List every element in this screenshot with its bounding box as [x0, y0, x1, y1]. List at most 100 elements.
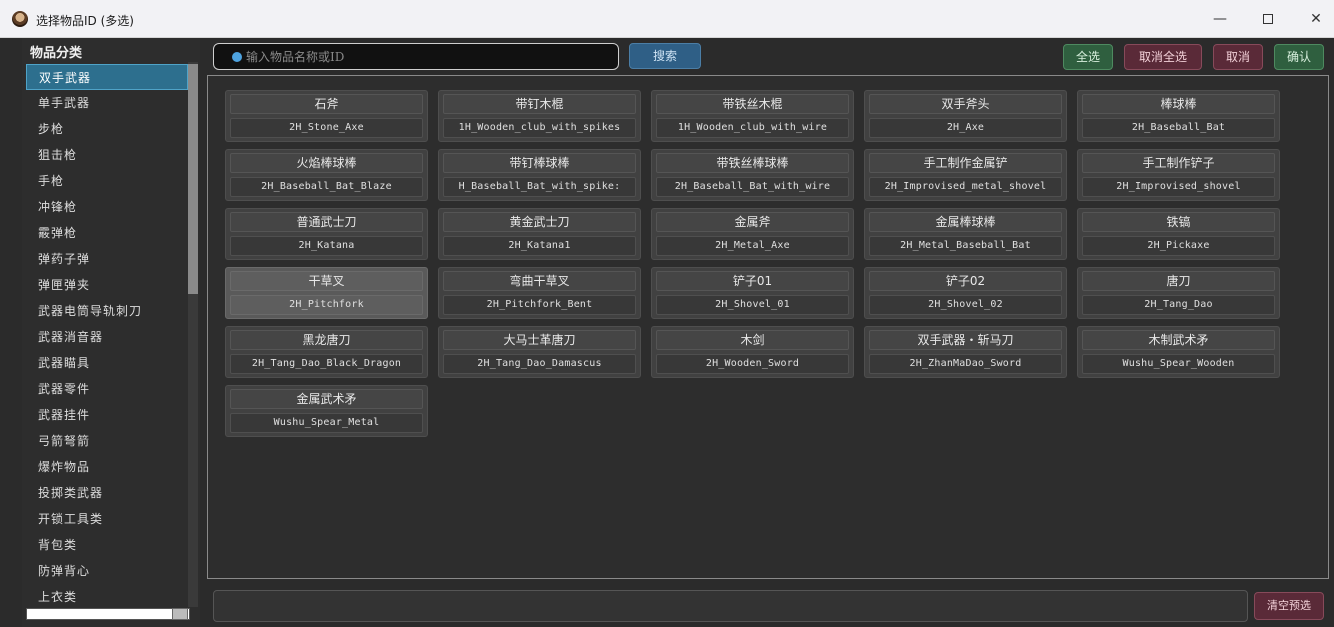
preselection-box[interactable]: [213, 590, 1248, 622]
item-id: 2H_Shovel_01: [656, 295, 849, 315]
sidebar-item[interactable]: 武器电筒导轨刺刀: [26, 298, 188, 324]
maximize-button[interactable]: [1245, 5, 1291, 33]
item-card[interactable]: 金属武术矛 Wushu_Spear_Metal: [225, 385, 428, 437]
item-card[interactable]: 金属棒球棒 2H_Metal_Baseball_Bat: [864, 208, 1067, 260]
confirm-button[interactable]: 确认: [1274, 44, 1324, 70]
sidebar-item[interactable]: 武器零件: [26, 376, 188, 402]
item-id: 2H_Metal_Baseball_Bat: [869, 236, 1062, 256]
item-id: 1H_Wooden_club_with_wire: [656, 118, 849, 138]
item-id: 2H_Baseball_Bat: [1082, 118, 1275, 138]
item-card[interactable]: 铲子02 2H_Shovel_02: [864, 267, 1067, 319]
item-name: 唐刀: [1082, 271, 1275, 291]
item-name: 金属棒球棒: [869, 212, 1062, 232]
sidebar-item[interactable]: 双手武器: [26, 64, 188, 90]
item-id: 2H_Metal_Axe: [656, 236, 849, 256]
minimize-button[interactable]: —: [1197, 5, 1243, 33]
item-name: 干草叉: [230, 271, 423, 291]
sidebar-item[interactable]: 霰弹枪: [26, 220, 188, 246]
item-id: H_Baseball_Bat_with_spike:: [443, 177, 636, 197]
item-card[interactable]: 干草叉 2H_Pitchfork: [225, 267, 428, 319]
item-card[interactable]: 黄金武士刀 2H_Katana1: [438, 208, 641, 260]
item-card[interactable]: 带钉木棍 1H_Wooden_club_with_spikes: [438, 90, 641, 142]
item-name: 铲子01: [656, 271, 849, 291]
item-name: 手工制作铲子: [1082, 153, 1275, 173]
item-name: 弯曲干草叉: [443, 271, 636, 291]
cancel-button[interactable]: 取消: [1213, 44, 1263, 70]
sidebar-item[interactable]: 弹药子弹: [26, 246, 188, 272]
item-card[interactable]: 火焰棒球棒 2H_Baseball_Bat_Blaze: [225, 149, 428, 201]
sidebar-horizontal-scrollbar[interactable]: [26, 608, 190, 620]
sidebar-horizontal-scrollbar-thumb[interactable]: [172, 608, 188, 620]
item-card[interactable]: 木制武术矛 Wushu_Spear_Wooden: [1077, 326, 1280, 378]
item-card[interactable]: 普通武士刀 2H_Katana: [225, 208, 428, 260]
sidebar-item[interactable]: 上衣类: [26, 584, 188, 610]
app-avatar-icon: [12, 11, 28, 27]
sidebar-item[interactable]: 武器挂件: [26, 402, 188, 428]
sidebar-item[interactable]: 单手武器: [26, 90, 188, 116]
sidebar-item[interactable]: 武器瞄具: [26, 350, 188, 376]
sidebar-item[interactable]: 狙击枪: [26, 142, 188, 168]
item-id: 2H_Tang_Dao: [1082, 295, 1275, 315]
sidebar-item[interactable]: 武器消音器: [26, 324, 188, 350]
item-card[interactable]: 铲子01 2H_Shovel_01: [651, 267, 854, 319]
sidebar-item[interactable]: 弓箭弩箭: [26, 428, 188, 454]
sidebar-item[interactable]: 手枪: [26, 168, 188, 194]
sidebar-item[interactable]: 防弹背心: [26, 558, 188, 584]
item-card[interactable]: 带铁丝木棍 1H_Wooden_club_with_wire: [651, 90, 854, 142]
select-all-button[interactable]: 全选: [1063, 44, 1113, 70]
item-name: 大马士革唐刀: [443, 330, 636, 350]
sidebar-item[interactable]: 冲锋枪: [26, 194, 188, 220]
sidebar-item[interactable]: 投掷类武器: [26, 480, 188, 506]
item-id: Wushu_Spear_Metal: [230, 413, 423, 433]
item-card[interactable]: 木剑 2H_Wooden_Sword: [651, 326, 854, 378]
sidebar-item[interactable]: 背包类: [26, 532, 188, 558]
window-title: 选择物品ID (多选): [36, 14, 134, 28]
item-name: 金属斧: [656, 212, 849, 232]
item-card[interactable]: 石斧 2H_Stone_Axe: [225, 90, 428, 142]
item-name: 带钉木棍: [443, 94, 636, 114]
search-box[interactable]: [213, 43, 619, 70]
sidebar-scrollbar-thumb[interactable]: [188, 64, 198, 294]
item-name: 木剑: [656, 330, 849, 350]
item-name: 铲子02: [869, 271, 1062, 291]
item-card[interactable]: 黑龙唐刀 2H_Tang_Dao_Black_Dragon: [225, 326, 428, 378]
sidebar-item[interactable]: 步枪: [26, 116, 188, 142]
sidebar-item[interactable]: 爆炸物品: [26, 454, 188, 480]
search-button[interactable]: 搜索: [629, 43, 701, 69]
item-id: 2H_Baseball_Bat_with_wire: [656, 177, 849, 197]
category-list: 双手武器 单手武器 步枪 狙击枪 手枪 冲锋枪 霰弹枪 弹药子弹 弹匣弹夹 武器电筒导轨刺刀 武器消…: [26, 64, 188, 610]
item-card[interactable]: 弯曲干草叉 2H_Pitchfork_Bent: [438, 267, 641, 319]
item-name: 石斧: [230, 94, 423, 114]
item-card[interactable]: 带钉棒球棒 H_Baseball_Bat_with_spike:: [438, 149, 641, 201]
item-card[interactable]: 大马士革唐刀 2H_Tang_Dao_Damascus: [438, 326, 641, 378]
item-card[interactable]: 唐刀 2H_Tang_Dao: [1077, 267, 1280, 319]
item-name: 木制武术矛: [1082, 330, 1275, 350]
item-card[interactable]: 带铁丝棒球棒 2H_Baseball_Bat_with_wire: [651, 149, 854, 201]
search-input[interactable]: [246, 47, 606, 67]
sidebar-item[interactable]: 开锁工具类: [26, 506, 188, 532]
item-name: 铁镐: [1082, 212, 1275, 232]
item-card[interactable]: 棒球棒 2H_Baseball_Bat: [1077, 90, 1280, 142]
sidebar-item[interactable]: 弹匣弹夹: [26, 272, 188, 298]
item-card[interactable]: 金属斧 2H_Metal_Axe: [651, 208, 854, 260]
window-titlebar: 选择物品ID (多选) — ✕: [0, 0, 1334, 38]
item-name: 带钉棒球棒: [443, 153, 636, 173]
item-name: 双手武器・斩马刀: [869, 330, 1062, 350]
item-id: Wushu_Spear_Wooden: [1082, 354, 1275, 374]
item-id: 2H_Improvised_shovel: [1082, 177, 1275, 197]
clear-preselection-button[interactable]: 清空预选: [1254, 592, 1324, 620]
item-card[interactable]: 手工制作金属铲 2H_Improvised_metal_shovel: [864, 149, 1067, 201]
item-id: 2H_Tang_Dao_Damascus: [443, 354, 636, 374]
unselect-all-button[interactable]: 取消全选: [1124, 44, 1202, 70]
item-id: 2H_Katana: [230, 236, 423, 256]
search-icon: [232, 52, 242, 62]
item-card[interactable]: 双手武器・斩马刀 2H_ZhanMaDao_Sword: [864, 326, 1067, 378]
item-name: 双手斧头: [869, 94, 1062, 114]
item-card[interactable]: 双手斧头 2H_Axe: [864, 90, 1067, 142]
sidebar-scrollbar[interactable]: [188, 62, 198, 607]
item-card[interactable]: 手工制作铲子 2H_Improvised_shovel: [1077, 149, 1280, 201]
item-id: 2H_Pitchfork_Bent: [443, 295, 636, 315]
close-button[interactable]: ✕: [1293, 5, 1334, 33]
category-sidebar: 物品分类 双手武器 单手武器 步枪 狙击枪 手枪 冲锋枪 霰弹枪 弹药子弹 弹匣弹夹 武器电筒导轨…: [22, 38, 200, 627]
item-card[interactable]: 铁镐 2H_Pickaxe: [1077, 208, 1280, 260]
